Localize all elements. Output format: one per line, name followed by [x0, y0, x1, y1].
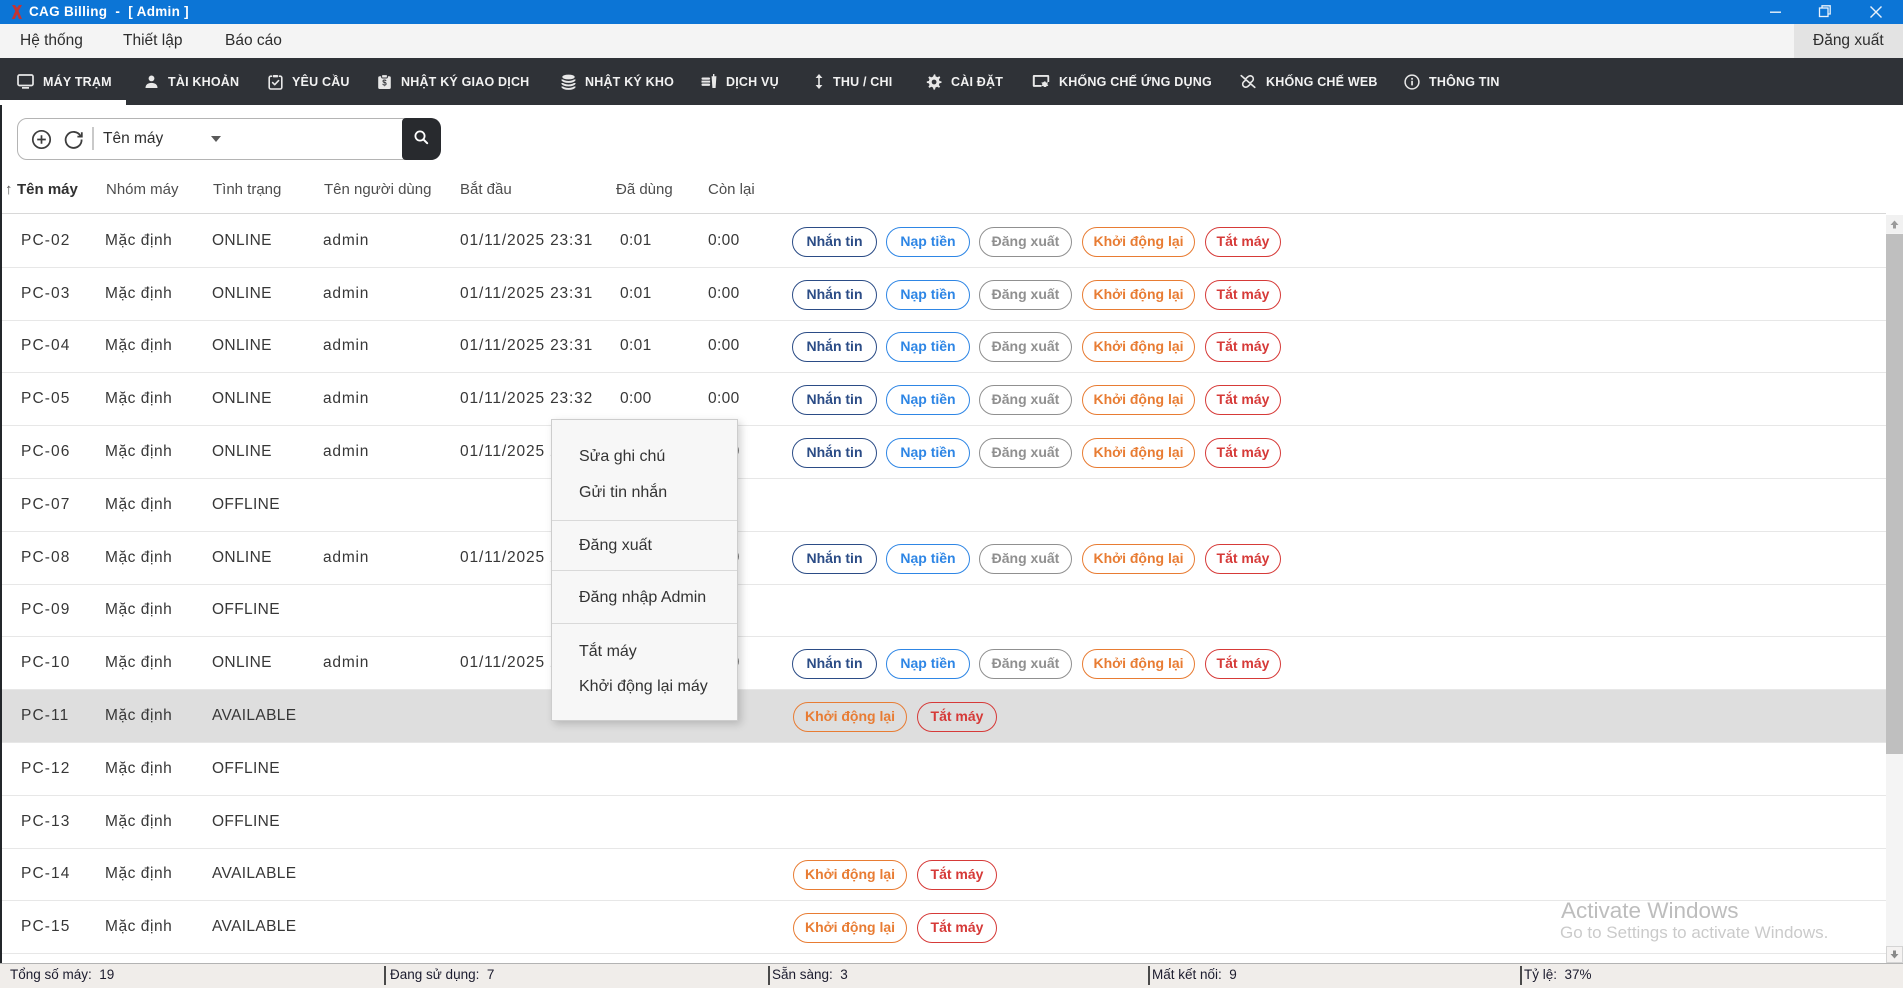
svg-text:$: $ — [382, 78, 387, 87]
